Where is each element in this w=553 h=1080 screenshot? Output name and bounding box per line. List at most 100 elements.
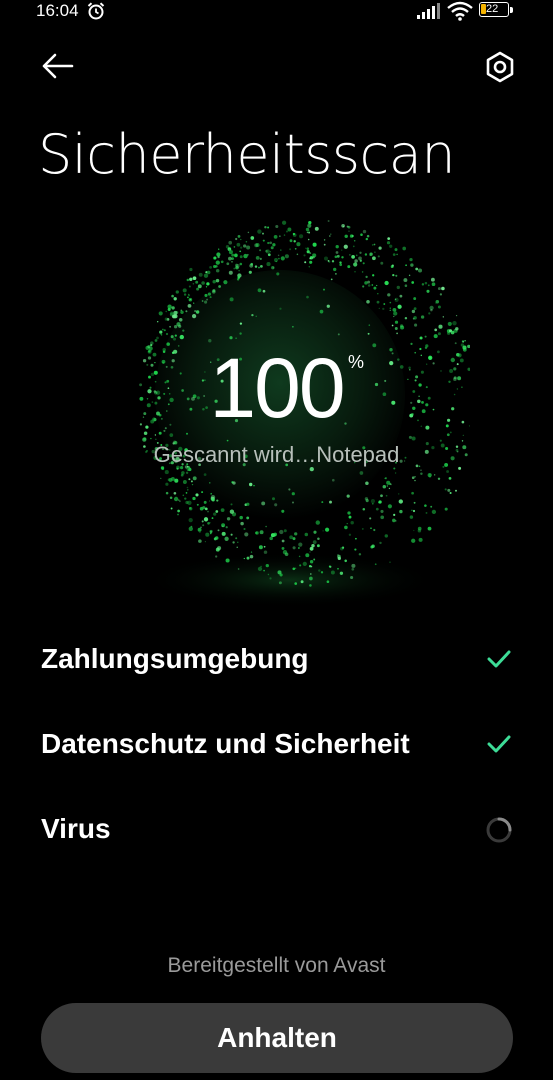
particle — [344, 559, 347, 563]
particle — [260, 265, 263, 268]
particle — [389, 244, 393, 248]
particle — [373, 243, 376, 246]
check-icon — [487, 650, 511, 668]
particle — [215, 510, 219, 513]
particle — [278, 257, 280, 260]
particle — [197, 284, 202, 289]
particle — [157, 321, 159, 323]
particle — [280, 256, 285, 261]
particle — [228, 270, 233, 275]
particle — [243, 244, 247, 248]
particle — [305, 247, 307, 249]
particle — [174, 334, 177, 337]
checklist-item-privacy: Datenschutz und Sicherheit — [41, 728, 410, 759]
particle — [365, 237, 369, 241]
particle — [204, 507, 208, 511]
particle — [266, 262, 271, 267]
particle — [455, 489, 457, 492]
particle — [220, 260, 224, 264]
settings-button[interactable] — [478, 45, 522, 89]
particle — [329, 500, 332, 504]
particle — [206, 298, 209, 301]
particle — [190, 480, 193, 483]
particle — [177, 509, 180, 513]
particle — [378, 246, 382, 250]
particle — [433, 334, 438, 339]
particle — [397, 493, 400, 495]
particle — [396, 253, 398, 256]
particle — [294, 247, 297, 250]
particle — [411, 281, 415, 284]
particle — [371, 284, 374, 286]
particle — [435, 302, 437, 304]
particle — [214, 536, 219, 540]
particle — [425, 511, 428, 514]
particle — [377, 255, 380, 258]
particle — [223, 280, 228, 285]
particle — [413, 529, 415, 532]
particle — [411, 538, 416, 543]
particle — [377, 292, 379, 295]
particle — [239, 250, 242, 253]
particle — [292, 232, 296, 236]
particle — [195, 280, 199, 284]
particle — [379, 541, 382, 545]
particle — [289, 535, 293, 540]
particle — [304, 261, 307, 264]
particle — [250, 236, 255, 240]
particle — [167, 478, 171, 482]
particle — [296, 253, 299, 256]
particle — [279, 235, 281, 237]
particle — [384, 534, 389, 538]
particle — [192, 496, 196, 501]
particle — [362, 508, 366, 511]
particle — [230, 533, 233, 536]
back-button[interactable] — [36, 46, 80, 86]
particle — [347, 265, 351, 269]
particle — [380, 261, 384, 265]
particle — [394, 327, 398, 330]
particle — [331, 260, 335, 263]
particle — [341, 256, 344, 259]
particle — [289, 248, 292, 251]
particle — [434, 328, 438, 332]
particle — [385, 494, 388, 497]
pause-button[interactable]: Anhalten — [41, 1003, 513, 1073]
particle — [280, 249, 282, 251]
particle — [305, 553, 310, 558]
particle — [320, 571, 324, 574]
particle — [313, 558, 316, 561]
particle — [187, 293, 190, 296]
particle — [184, 497, 187, 500]
particle — [371, 244, 374, 246]
spinner-icon — [486, 817, 512, 843]
particle — [307, 223, 312, 228]
particle — [339, 571, 344, 575]
particle — [189, 267, 193, 272]
particle — [359, 259, 362, 262]
particle — [370, 499, 375, 504]
particle — [204, 293, 208, 297]
particle — [221, 531, 226, 536]
particle — [182, 329, 185, 332]
particle — [308, 231, 310, 234]
particle — [205, 532, 210, 537]
particle — [205, 286, 208, 288]
particle — [330, 278, 333, 281]
percent-sign: % — [348, 352, 365, 372]
particle — [186, 296, 189, 299]
particle — [264, 226, 267, 229]
particle — [420, 472, 423, 476]
particle — [355, 537, 357, 540]
alarm-icon — [87, 2, 105, 20]
particle — [450, 330, 455, 335]
particle — [430, 505, 433, 508]
particle — [402, 246, 407, 251]
particle — [267, 226, 270, 229]
particle — [207, 292, 211, 296]
particle — [298, 542, 303, 547]
particle — [207, 510, 209, 513]
particle — [238, 269, 240, 272]
particle — [394, 320, 399, 324]
particle — [165, 482, 169, 486]
